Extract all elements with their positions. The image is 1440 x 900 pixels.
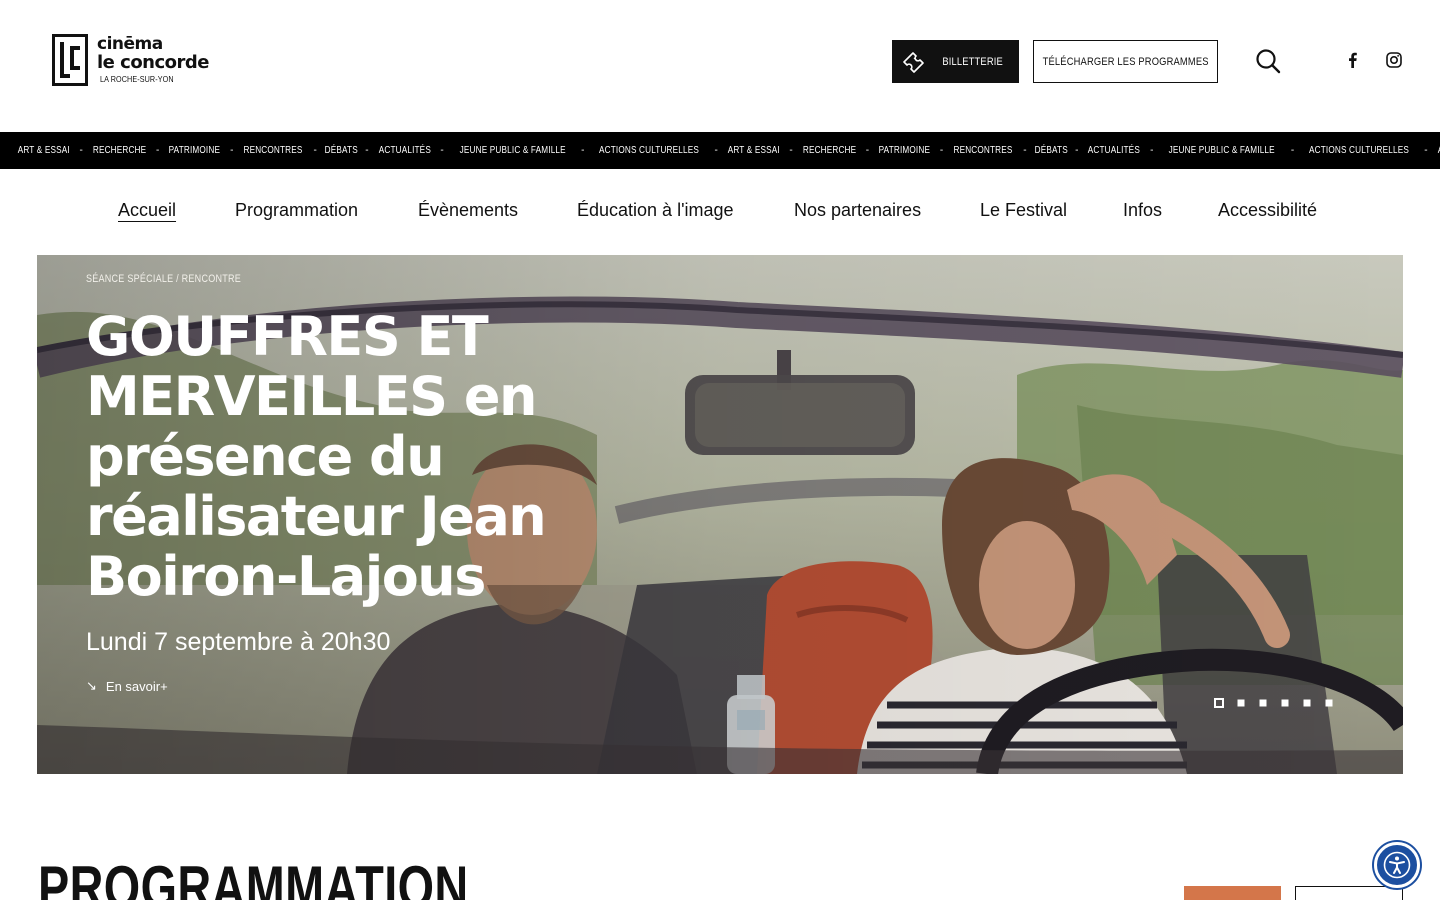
slider-dot[interactable] (1237, 699, 1245, 707)
ticker-item-label: RECHERCHE (802, 145, 856, 156)
slider-dot[interactable] (1303, 699, 1311, 707)
ticker-item[interactable]: PATRIMOINE (873, 145, 936, 156)
ticker-item-label: PATRIMOINE (169, 145, 221, 156)
nav-infos[interactable]: Infos (1123, 200, 1162, 221)
nav-education-image[interactable]: Éducation à l'image (577, 200, 734, 221)
ticker-item[interactable]: PATRIMOINE (163, 145, 226, 156)
ticker-separator: - (440, 145, 444, 156)
logo-wordmark: cinēma le concorde LA ROCHE-SUR-YON (97, 34, 210, 84)
logo-line-city: LA ROCHE-SUR-YON (100, 74, 174, 84)
ticker-separator: - (714, 145, 718, 156)
ticker-item[interactable]: ART & ESSAI (12, 145, 76, 156)
nav-accueil[interactable]: Accueil (118, 200, 176, 221)
instagram-link[interactable] (1385, 51, 1403, 69)
cinema-logo[interactable]: cinēma le concorde LA ROCHE-SUR-YON (52, 34, 222, 90)
ticker-item[interactable]: JEUNE PUBLIC & FAMILLE (1157, 145, 1286, 156)
hero-more-label: En savoir+ (105, 678, 168, 694)
ticker-separator: - (365, 145, 369, 156)
ticker-separator: - (865, 145, 870, 156)
instagram-icon (1386, 52, 1402, 68)
ticker-item[interactable]: ACTUALITÉS (1082, 145, 1146, 156)
ticketing-label: BILLETTERIE (942, 55, 1004, 68)
ticker-item-label: ART & ESSAI (727, 145, 780, 156)
ticker-item[interactable]: ACTUALITÉS (373, 145, 437, 156)
ticker-item-label: ACTIONS CULTURELLES (599, 145, 700, 156)
programmation-title: PROGRAMMATION (38, 854, 469, 900)
logo-line-cinema: cinēma (97, 34, 163, 54)
ticker-item-label: ACTUALITÉS (1088, 145, 1141, 156)
logo-mark-icon (52, 34, 88, 86)
slider-dot[interactable] (1259, 699, 1267, 707)
ticker-item[interactable]: RENCONTRES (947, 145, 1019, 156)
nav-accessibilite[interactable]: Accessibilité (1218, 200, 1317, 221)
facebook-icon (1348, 52, 1357, 68)
ticker-separator: - (581, 145, 585, 156)
ticker-item-label: ACTIONS CULTURELLES (1309, 145, 1410, 156)
ticker-item-label: RENCONTRES (243, 145, 303, 156)
programmation-filter-button-primary[interactable] (1184, 886, 1281, 900)
nav-festival[interactable]: Le Festival (980, 200, 1067, 221)
main-navigation: Accueil Programmation Évènements Éducati… (0, 169, 1440, 255)
accessibility-icon (1383, 851, 1411, 879)
ticker-separator: - (789, 145, 793, 156)
ticker-item-label: JEUNE PUBLIC & FAMILLE (459, 145, 566, 156)
ticker-item[interactable]: RECHERCHE (797, 145, 862, 156)
facebook-link[interactable] (1343, 50, 1361, 70)
ticket-icon (903, 51, 925, 73)
slider-dot[interactable] (1325, 699, 1333, 707)
download-programs-label: TÉLÉCHARGER LES PROGRAMMES (1042, 55, 1209, 68)
ticker-item-label: PATRIMOINE (878, 145, 931, 156)
ticker-item[interactable]: DÉBATS (321, 145, 361, 156)
ticker-track: ART & ESSAI - RECHERCHE - PATRIMOINE - RENCONT… (12, 132, 1440, 169)
ticker-separator: - (79, 145, 83, 156)
nav-partenaires[interactable]: Nos partenaires (794, 200, 921, 221)
ticker-item[interactable]: RENCONTRES (237, 145, 309, 156)
ticker-separator: - (230, 145, 234, 156)
nav-programmation[interactable]: Programmation (235, 200, 358, 221)
ticker-item[interactable]: JEUNE PUBLIC & FAMILLE (448, 145, 577, 156)
slider-dot[interactable] (1281, 699, 1289, 707)
ticker-item-label: ART & ESSAI (17, 145, 70, 156)
hero-title: GOUFFRES ET MERVEILLES en présence du ré… (86, 305, 547, 608)
nav-evenements[interactable]: Évènements (418, 200, 518, 221)
download-programs-button[interactable]: TÉLÉCHARGER LES PROGRAMMES (1033, 40, 1218, 83)
logo-line-name: le concorde (97, 52, 210, 73)
ticker-separator: - (1150, 145, 1154, 156)
ticker-item[interactable]: DÉBATS (1031, 145, 1071, 156)
ticker-item[interactable]: ACTIONS CULTURELLES (1298, 145, 1420, 156)
ticker-item-label: JEUNE PUBLIC & FAMILLE (1169, 145, 1276, 156)
ticker-item-label: DÉBATS (1034, 145, 1068, 156)
search-button[interactable] (1254, 47, 1282, 75)
ticker-item[interactable]: ACTIONS CULTURELLES (588, 145, 710, 156)
ticker-separator: - (939, 145, 944, 156)
ticker-separator: - (1023, 145, 1027, 156)
slider-dots (1214, 698, 1334, 708)
ticketing-button[interactable]: BILLETTERIE (892, 40, 1019, 83)
ticker-separator: - (156, 145, 160, 156)
search-icon (1256, 49, 1281, 74)
ticker-separator: - (1290, 145, 1295, 156)
hero-slider: SÉANCE SPÉCIALE / RENCONTRE GOUFFRES ET … (37, 255, 1403, 774)
ticker-separator: - (313, 145, 317, 156)
arrow-down-right-icon: ↘ (86, 678, 97, 693)
ticker-item[interactable]: ART & ESSAI (722, 145, 786, 156)
hero-more-link[interactable]: ↘ En savoir+ (86, 678, 168, 694)
ticker-item-label: DÉBATS (324, 145, 358, 156)
programmation-filter-button-secondary[interactable] (1295, 886, 1403, 900)
ticker-item-label: RECHERCHE (92, 145, 147, 156)
ticker-item[interactable]: ART & ESSAI (1432, 145, 1440, 156)
ticker-item-label: ACTUALITÉS (378, 145, 431, 156)
accessibility-widget-button[interactable] (1374, 842, 1420, 888)
hero-category: SÉANCE SPÉCIALE / RENCONTRE (86, 273, 242, 285)
ticker-separator: - (1424, 145, 1428, 156)
hero-date: Lundi 7 septembre à 20h30 (86, 628, 391, 656)
slider-dot[interactable] (1214, 698, 1224, 708)
ticker-separator: - (1075, 145, 1079, 156)
category-ticker: ART & ESSAI - RECHERCHE - PATRIMOINE - RENCONT… (0, 132, 1440, 169)
ticker-item-label: RENCONTRES (953, 145, 1013, 156)
ticker-item[interactable]: RECHERCHE (87, 145, 152, 156)
site-header: cinēma le concorde LA ROCHE-SUR-YON BILL… (0, 0, 1440, 132)
